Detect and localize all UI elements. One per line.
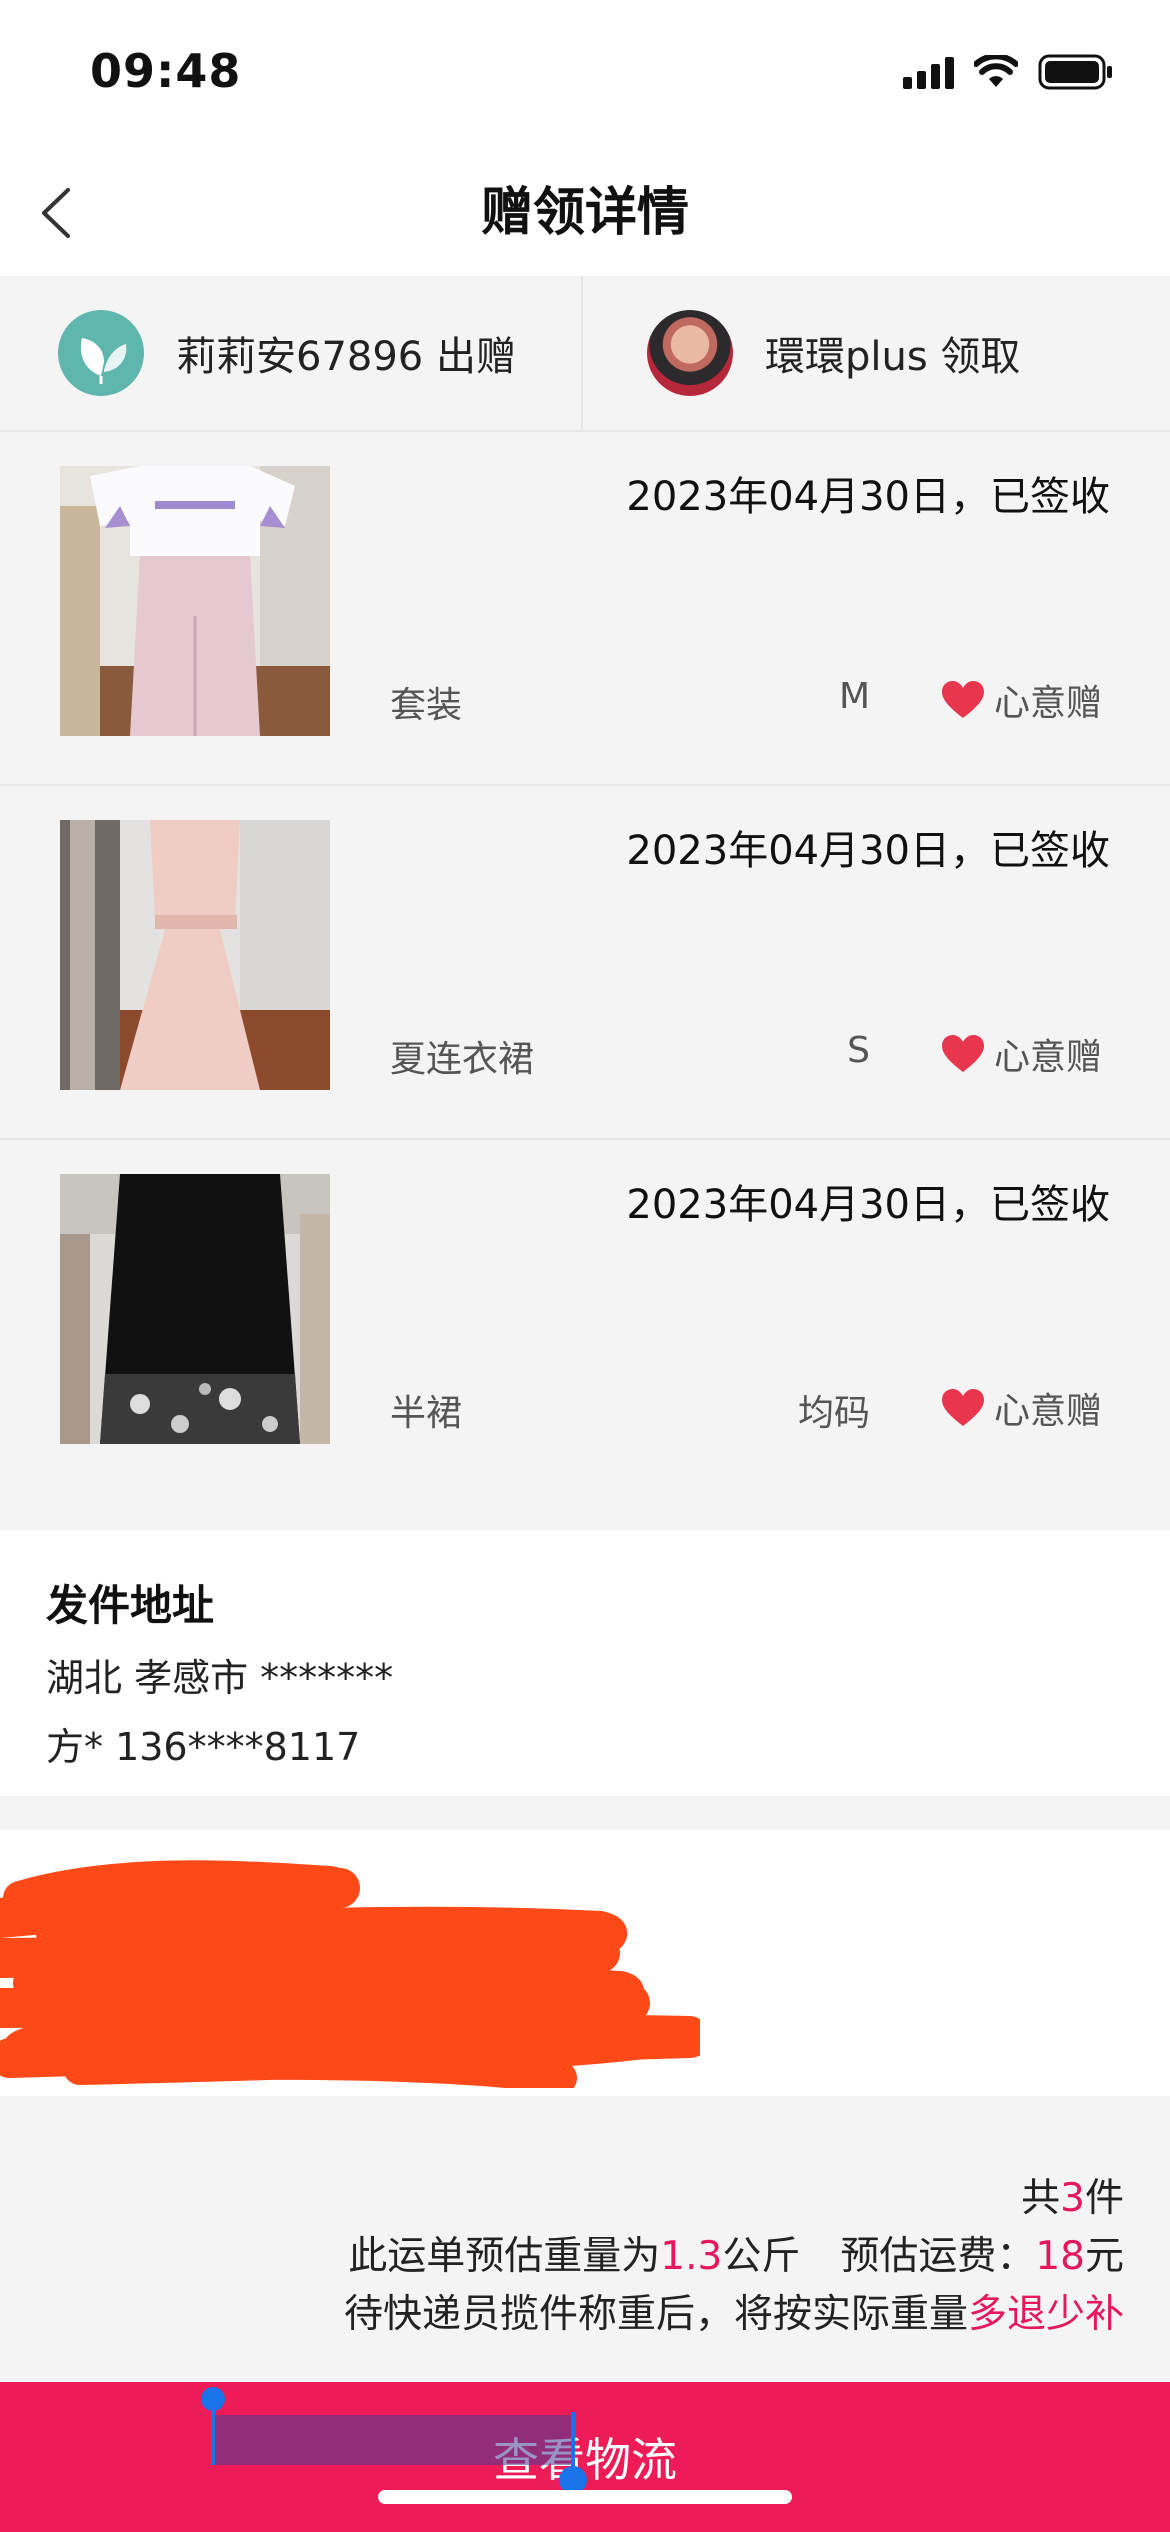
- heart-icon: [941, 1389, 984, 1426]
- sender-address-region: 湖北 孝感市 *******: [46, 1656, 394, 1700]
- fee-unit: 元: [1084, 2234, 1124, 2279]
- item-name: 半裙: [390, 1393, 463, 1434]
- heart-icon: [941, 681, 984, 718]
- wifi-icon: [974, 55, 1018, 87]
- fee-label: 预估运费：: [840, 2234, 1036, 2279]
- giver-name: 莉莉安67896 出赠: [176, 334, 516, 380]
- giver-receiver-row: 莉莉安67896 出赠 環環plus 领取: [0, 276, 1170, 432]
- count-prefix: 共: [1021, 2176, 1061, 2221]
- gift-item[interactable]: 2023年04月30日，已签收 夏连衣裙 S 心意赠: [0, 788, 1170, 1140]
- receiver-avatar: [647, 310, 733, 396]
- refund-note: 待快递员揽件称重后，将按实际重量: [343, 2292, 968, 2337]
- item-date: 2023年04月30日，已签收: [626, 1182, 1110, 1228]
- weight-prefix: 此运单预估重量为: [348, 2234, 661, 2279]
- sender-contact: 方* 136****8117: [46, 1725, 361, 1769]
- navigation-bar: 赠领详情: [0, 150, 1170, 276]
- cellular-signal-icon: [903, 55, 954, 89]
- item-date: 2023年04月30日，已签收: [626, 828, 1110, 874]
- count-suffix: 件: [1084, 2176, 1124, 2221]
- leaf-logo-icon: [80, 338, 127, 384]
- page-title: 赠领详情: [480, 183, 689, 243]
- estimated-fee: 18: [1035, 2234, 1085, 2279]
- item-name: 夏连衣裙: [390, 1039, 535, 1080]
- status-icons: [903, 52, 1114, 92]
- weight-unit: 公斤: [722, 2234, 801, 2279]
- receiver-cell[interactable]: 環環plus 领取: [581, 276, 1170, 430]
- giver-avatar: [58, 310, 144, 396]
- item-tag: 心意赠: [940, 674, 1102, 726]
- text-selection-highlight: [212, 2415, 572, 2465]
- sender-address-card: 发件地址 湖北 孝感市 ******* 方* 136****8117: [0, 1530, 1170, 1796]
- home-indicator: [378, 2490, 792, 2504]
- item-size: M: [838, 676, 870, 717]
- redaction-scribble: [0, 1860, 700, 2088]
- refund-note-highlight: 多退少补: [967, 2292, 1124, 2337]
- gift-item[interactable]: 2023年04月30日，已签收 半裙 均码 心意赠: [0, 1142, 1170, 1494]
- estimated-weight: 1.3: [660, 2234, 723, 2279]
- refund-note-line: 待快递员揽件称重后，将按实际重量多退少补: [344, 2286, 1124, 2344]
- item-size: S: [847, 1030, 870, 1071]
- shipping-summary: 共3件 此运单预估重量为1.3公斤 预估运费：18元 待快递员揽件称重后，将按实际…: [344, 2170, 1124, 2344]
- heart-icon: [941, 1035, 984, 1072]
- item-photo: [60, 1174, 330, 1444]
- gift-item[interactable]: 2023年04月30日，已签收 套装 M 心意赠: [0, 434, 1170, 786]
- item-date: 2023年04月30日，已签收: [626, 474, 1110, 520]
- weight-fee-line: 此运单预估重量为1.3公斤 预估运费：18元: [344, 2228, 1124, 2286]
- status-time: 09:48: [90, 44, 242, 98]
- item-photo: [60, 820, 330, 1090]
- item-tag: 心意赠: [940, 1028, 1102, 1080]
- status-bar: 09:48: [0, 0, 1170, 150]
- item-name: 套装: [390, 685, 463, 726]
- receiver-name: 環環plus 领取: [765, 334, 1021, 380]
- selection-handle-end[interactable]: [558, 2412, 588, 2496]
- item-count-line: 共3件: [344, 2170, 1124, 2228]
- selection-handle-start[interactable]: [200, 2386, 226, 2466]
- item-size: 均码: [797, 1393, 870, 1434]
- item-tag-label: 心意赠: [993, 1391, 1102, 1432]
- item-tag-label: 心意赠: [993, 683, 1102, 724]
- item-photo: [60, 466, 330, 736]
- battery-icon: [1038, 54, 1112, 90]
- sender-address-title: 发件地址: [46, 1581, 215, 1630]
- item-tag-label: 心意赠: [993, 1037, 1102, 1078]
- item-count: 3: [1060, 2176, 1085, 2221]
- giver-cell[interactable]: 莉莉安67896 出赠: [0, 276, 581, 430]
- item-tag: 心意赠: [940, 1382, 1102, 1434]
